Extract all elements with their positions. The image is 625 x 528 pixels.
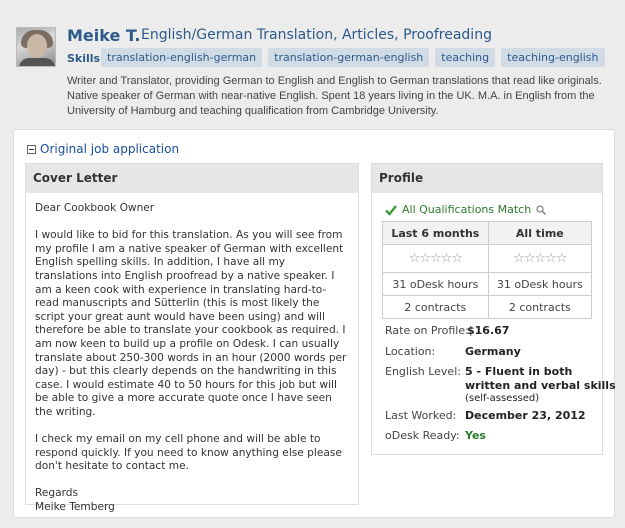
avatar-face	[27, 34, 47, 58]
cover-letter-greeting: Dear Cookbook Owner	[35, 202, 155, 214]
stats-table: Last 6 months All time ☆☆☆☆☆ ☆☆☆☆☆ 31 oD…	[382, 221, 593, 319]
english-level-label: English Level:	[385, 365, 461, 378]
skill-tag[interactable]: translation-english-german	[101, 48, 263, 67]
skills-list: translation-english-german translation-g…	[101, 48, 605, 67]
freelancer-title: English/German Translation, Articles, Pr…	[141, 27, 492, 43]
contracts-cell: 2 contracts	[487, 295, 593, 319]
last-worked-label: Last Worked:	[385, 409, 457, 422]
star-rating-icon: ☆☆☆☆☆	[408, 251, 463, 266]
english-level-value: 5 - Fluent in both written and verbal sk…	[465, 365, 616, 404]
location-value: Germany	[465, 345, 521, 358]
qualifications-label[interactable]: All Qualifications Match	[402, 203, 531, 216]
magnifier-icon[interactable]	[536, 204, 547, 215]
stats-column-header: All time	[487, 221, 593, 245]
skills-label: Skills:	[67, 52, 105, 65]
english-level-note: (self-assessed)	[465, 393, 540, 404]
avatar-body	[19, 58, 55, 66]
skill-tag[interactable]: teaching	[435, 48, 496, 67]
cover-letter-signature: Meike Temberg	[35, 501, 115, 514]
rating-stars: ☆☆☆☆☆	[382, 244, 489, 273]
qualifications-match: All Qualifications Match	[385, 203, 547, 216]
contracts-cell: 2 contracts	[382, 295, 489, 319]
last-worked-value: December 23, 2012	[465, 409, 586, 422]
stats-column-header: Last 6 months	[382, 221, 489, 245]
cover-letter-paragraph: I check my email on my cell phone and wi…	[35, 433, 342, 473]
freelancer-bio: Writer and Translator, providing German …	[67, 75, 602, 117]
original-application-label[interactable]: Original job application	[40, 142, 179, 156]
location-label: Location:	[385, 345, 436, 358]
profile-box: Profile All Qualifications Match Last 6 …	[371, 163, 616, 455]
rate-label: Rate on Profile:	[385, 324, 469, 337]
odesk-ready-value: Yes	[465, 429, 486, 442]
skill-tag[interactable]: translation-german-english	[268, 48, 430, 67]
odesk-ready-label: oDesk Ready:	[385, 429, 460, 442]
profile-heading: Profile	[372, 164, 602, 193]
cover-letter-closing: Regards	[35, 487, 79, 500]
collapse-icon[interactable]	[27, 144, 36, 154]
rate-value: $16.67	[467, 324, 510, 337]
hours-cell: 31 oDesk hours	[487, 272, 593, 296]
application-panel: Original job application Cover Letter De…	[13, 129, 616, 518]
english-level-line2: written and verbal skills	[465, 379, 616, 392]
cover-letter-box: Cover Letter Dear Cookbook Owner I would…	[25, 163, 359, 513]
cover-letter-paragraph: I would like to bid for this translation…	[35, 229, 347, 418]
english-level-line1: 5 - Fluent in both	[465, 365, 573, 378]
star-rating-icon: ☆☆☆☆☆	[513, 251, 567, 266]
freelancer-name[interactable]: Meike T.	[67, 26, 140, 45]
avatar[interactable]	[16, 27, 56, 67]
cover-letter-body: Dear Cookbook Owner I would like to bid …	[26, 193, 358, 515]
cover-letter-heading: Cover Letter	[26, 164, 358, 193]
skill-tag[interactable]: teaching-english	[501, 48, 605, 67]
freelancer-header: Meike T. English/German Translation, Art…	[0, 0, 625, 128]
rating-stars: ☆☆☆☆☆	[487, 244, 593, 273]
check-icon	[385, 204, 397, 216]
original-application-link[interactable]: Original job application	[27, 142, 179, 156]
hours-cell: 31 oDesk hours	[382, 272, 489, 296]
